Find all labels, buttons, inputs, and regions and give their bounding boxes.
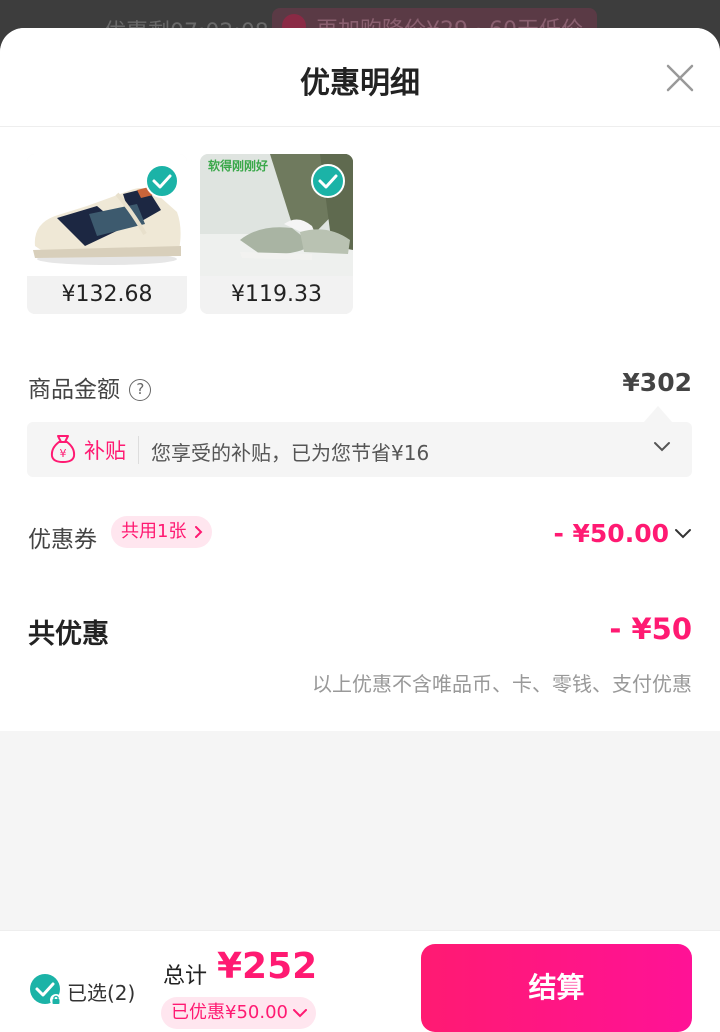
selected-all-check-icon[interactable] xyxy=(29,973,63,1007)
saved-amount-text: 已优惠¥50.00 xyxy=(171,1002,288,1023)
coupon-count-text: 共用1张 xyxy=(121,521,187,542)
image-caption: 软得刚刚好 xyxy=(208,159,269,173)
close-icon[interactable] xyxy=(664,62,696,94)
coupon-count-pill[interactable]: 共用1张 xyxy=(111,516,213,548)
svg-text:¥: ¥ xyxy=(60,447,67,460)
subsidy-row[interactable]: ¥ 补贴 您享受的补贴，已为您节省¥16 xyxy=(27,422,692,477)
selected-check-icon[interactable] xyxy=(145,164,179,198)
subsidy-description: 您享受的补贴，已为您节省¥16 xyxy=(151,441,430,465)
product-price: ¥119.33 xyxy=(200,276,353,314)
coupon-label: 优惠券 xyxy=(28,527,97,553)
discount-detail-sheet: 优惠明细 ¥132.68 软得刚刚好 ¥119.33 商品金额 ? ¥302 ¥… xyxy=(0,28,720,1032)
total-discount-amount: - ¥50 xyxy=(609,612,692,646)
chevron-right-icon xyxy=(195,526,203,538)
subsidy-tag: 补贴 xyxy=(84,439,126,463)
chevron-down-icon[interactable] xyxy=(674,528,692,540)
goods-amount-value: ¥302 xyxy=(622,368,692,397)
product-card[interactable]: ¥132.68 xyxy=(27,154,187,314)
goods-amount-row: 商品金额 ? xyxy=(28,370,152,404)
goods-amount-label: 商品金额 xyxy=(28,377,120,403)
checkout-button[interactable]: 结算 xyxy=(421,944,692,1032)
checkout-bar: 已选(2) 总计 ¥252 已优惠¥50.00 结算 xyxy=(0,930,720,1032)
coupon-amount[interactable]: - ¥50.00 xyxy=(553,519,669,548)
header-divider xyxy=(0,126,720,127)
saved-amount-pill[interactable]: 已优惠¥50.00 xyxy=(161,997,316,1029)
chevron-down-icon[interactable] xyxy=(653,441,671,453)
product-card[interactable]: 软得刚刚好 ¥119.33 xyxy=(200,154,353,314)
chevron-down-icon xyxy=(292,1009,307,1018)
product-price: ¥132.68 xyxy=(27,276,187,314)
total-discount-label: 共优惠 xyxy=(28,619,109,650)
money-bag-icon: ¥ xyxy=(50,435,76,464)
total-label: 总计 xyxy=(163,964,208,989)
notch-pointer xyxy=(644,406,672,422)
selected-count: 已选(2) xyxy=(67,981,136,1005)
discount-note: 以上优惠不含唯品币、卡、零钱、支付优惠 xyxy=(312,672,692,696)
subsidy-separator xyxy=(138,436,139,464)
question-icon[interactable]: ? xyxy=(129,379,152,401)
sheet-content: 优惠明细 ¥132.68 软得刚刚好 ¥119.33 商品金额 ? ¥302 ¥… xyxy=(0,28,720,731)
selected-check-icon[interactable] xyxy=(311,164,345,198)
sheet-title: 优惠明细 xyxy=(300,66,420,101)
total-amount: ¥252 xyxy=(217,946,318,987)
